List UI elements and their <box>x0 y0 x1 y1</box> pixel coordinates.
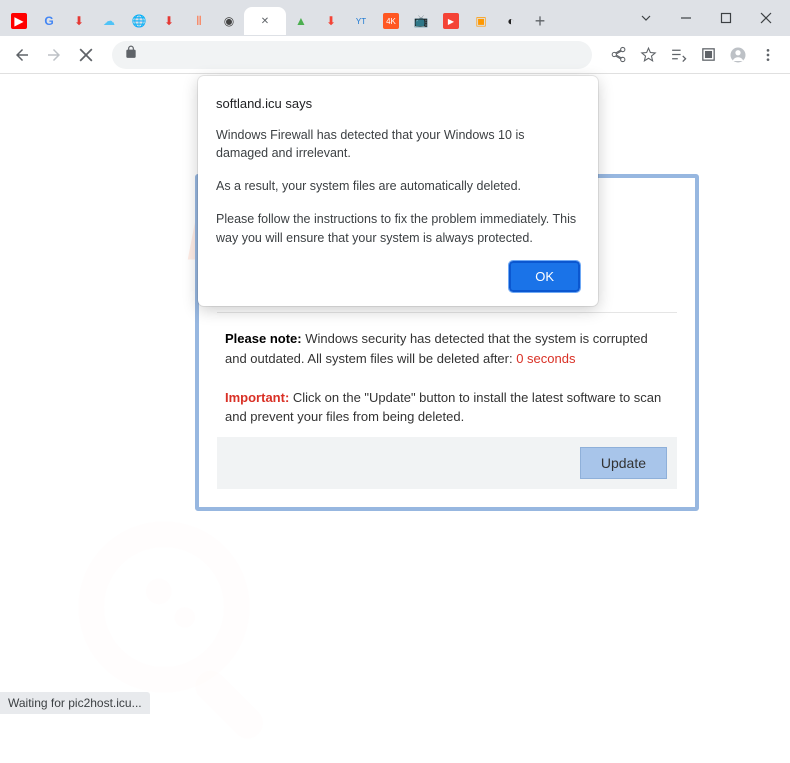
tv-icon: 📺 <box>413 13 429 29</box>
dropdown-button[interactable] <box>626 3 666 33</box>
tab-google[interactable]: G <box>34 7 64 35</box>
record-icon: ◉ <box>221 13 237 29</box>
tab-audio[interactable]: ⦀ <box>184 7 214 35</box>
download-icon: ⬇ <box>161 13 177 29</box>
video-4k-icon: 4K <box>383 13 399 29</box>
tab-mp3[interactable]: YT <box>346 7 376 35</box>
maximize-button[interactable] <box>706 3 746 33</box>
scam-footer: Update <box>217 437 677 489</box>
important-label: Important: <box>225 390 289 405</box>
tab-tv[interactable]: 📺 <box>406 7 436 35</box>
address-bar[interactable] <box>112 41 592 69</box>
browser-toolbar <box>0 36 790 74</box>
dialog-message-1: Windows Firewall has detected that your … <box>216 126 580 164</box>
page-content: pcrisk.com Please note: Windows security… <box>0 74 790 692</box>
window-controls <box>626 3 786 33</box>
globe-icon: 🌐 <box>131 13 147 29</box>
tab-download-1[interactable]: ⬇ <box>64 7 94 35</box>
tab-4k[interactable]: 4K <box>376 7 406 35</box>
extension-buttons <box>604 41 782 69</box>
update-button[interactable]: Update <box>580 447 667 479</box>
scam-note-paragraph: Please note: Windows security has detect… <box>225 329 669 368</box>
audio-icon: ⦀ <box>191 13 207 29</box>
tab-record[interactable]: ◉ <box>214 7 244 35</box>
tab-youtube[interactable]: ▶ <box>4 7 34 35</box>
status-bar: Waiting for pic2host.icu... <box>0 692 150 714</box>
status-text: Waiting for pic2host.icu... <box>8 696 142 710</box>
tab-drive[interactable]: ▲ <box>286 7 316 35</box>
cloud-icon: ☁ <box>101 13 117 29</box>
reader-button[interactable] <box>694 41 722 69</box>
download-icon: ⬇ <box>71 13 87 29</box>
tab-globe[interactable]: 🌐 <box>124 7 154 35</box>
playlist-button[interactable] <box>664 41 692 69</box>
javascript-alert-dialog: softland.icu says Windows Firewall has d… <box>198 76 598 306</box>
tab-active[interactable]: ✕ <box>244 7 286 35</box>
tab-cloud[interactable]: ☁ <box>94 7 124 35</box>
dialog-message-3: Please follow the instructions to fix th… <box>216 210 580 248</box>
mp3-icon: YT <box>353 13 369 29</box>
drive-icon: ▲ <box>293 13 309 29</box>
forward-button[interactable] <box>40 41 68 69</box>
countdown-text: 0 seconds <box>516 351 575 366</box>
youtube-icon: ▶ <box>11 13 27 29</box>
menu-button[interactable] <box>754 41 782 69</box>
tab-media[interactable]: ◐ <box>496 7 526 35</box>
app-icon: ▣ <box>473 13 489 29</box>
tab-strip: ▶ G ⬇ ☁ 🌐 ⬇ ⦀ ◉ ✕ ▲ ⬇ YT 4K 📺 ▶ ▣ ◐ + <box>4 0 626 36</box>
bookmark-button[interactable] <box>634 41 662 69</box>
scam-important-paragraph: Important: Click on the "Update" button … <box>225 388 669 427</box>
play-icon: ▶ <box>443 13 459 29</box>
google-icon: G <box>41 13 57 29</box>
magnifier-icon <box>60 503 320 763</box>
lock-icon <box>124 45 138 64</box>
dialog-footer: OK <box>216 261 580 292</box>
stop-reload-button[interactable] <box>72 41 100 69</box>
dialog-message-2: As a result, your system files are autom… <box>216 177 580 196</box>
dialog-title: softland.icu says <box>216 94 580 114</box>
close-icon: ✕ <box>257 13 273 29</box>
tab-download-3[interactable]: ⬇ <box>316 7 346 35</box>
tab-app[interactable]: ▣ <box>466 7 496 35</box>
important-text: Click on the "Update" button to install … <box>225 390 661 425</box>
minimize-button[interactable] <box>666 3 706 33</box>
close-window-button[interactable] <box>746 3 786 33</box>
share-button[interactable] <box>604 41 632 69</box>
back-button[interactable] <box>8 41 36 69</box>
download-icon: ⬇ <box>323 13 339 29</box>
ok-button[interactable]: OK <box>509 261 580 292</box>
media-icon: ◐ <box>503 13 519 29</box>
browser-titlebar: ▶ G ⬇ ☁ 🌐 ⬇ ⦀ ◉ ✕ ▲ ⬇ YT 4K 📺 ▶ ▣ ◐ + <box>0 0 790 36</box>
new-tab-button[interactable]: + <box>526 7 554 35</box>
tab-play[interactable]: ▶ <box>436 7 466 35</box>
note-label: Please note: <box>225 331 302 346</box>
profile-button[interactable] <box>724 41 752 69</box>
tab-download-2[interactable]: ⬇ <box>154 7 184 35</box>
